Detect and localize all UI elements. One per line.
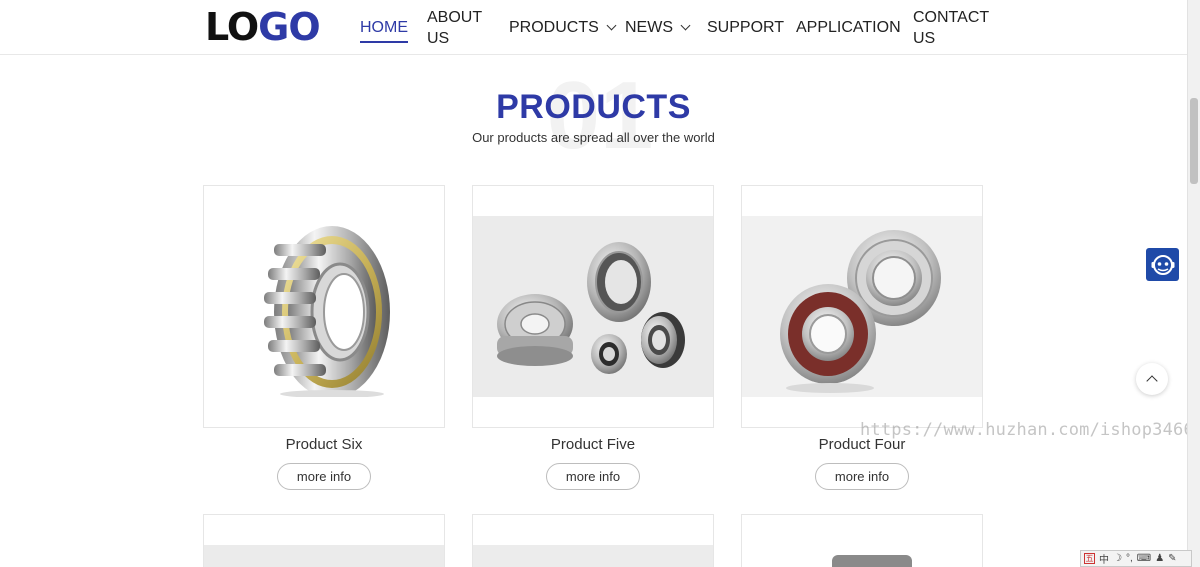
nav-support[interactable]: SUPPORT [707, 0, 784, 55]
nav-application[interactable]: APPLICATION [796, 0, 901, 55]
product-image [204, 545, 444, 567]
customer-service-chat-button[interactable] [1146, 248, 1179, 281]
product-image [473, 216, 713, 397]
site-logo[interactable]: LO GO [205, 5, 321, 49]
more-info-button[interactable]: more info [815, 463, 909, 490]
product-card[interactable] [472, 514, 714, 567]
product-image [742, 545, 982, 567]
nav-news[interactable]: NEWS [625, 0, 691, 55]
product-image [473, 545, 713, 567]
more-info-button[interactable]: more info [277, 463, 371, 490]
logo-text-dark: LO [205, 5, 259, 49]
section-title: PRODUCTS [496, 88, 691, 126]
nav-about-us[interactable]: ABOUT US [427, 0, 489, 55]
nav-home[interactable]: HOME [360, 0, 408, 55]
nav-contact-us[interactable]: CONTACT US [913, 0, 989, 55]
product-card[interactable] [741, 514, 983, 567]
product-image [204, 216, 444, 398]
product-card[interactable] [203, 185, 445, 428]
ime-language-toggle[interactable]: 中 [1099, 551, 1109, 566]
product-image [742, 216, 982, 397]
nav-products[interactable]: PRODUCTS [509, 0, 617, 55]
product-card[interactable] [472, 185, 714, 428]
ime-toolbar[interactable]: 五 中 ☽ °, ⌨ ♟ ✎ [1080, 550, 1192, 567]
ime-punctuation-icon[interactable]: °, [1126, 553, 1133, 564]
section-subtitle: Our products are spread all over the wor… [472, 130, 715, 145]
back-to-top-button[interactable] [1136, 363, 1168, 395]
site-header: LO GO HOME ABOUT US PRODUCTS NEWS SUPPORT… [0, 0, 1187, 55]
product-name[interactable]: Product Five [472, 436, 714, 453]
product-card[interactable] [203, 514, 445, 567]
chevron-down-icon [680, 20, 691, 31]
ime-moon-icon[interactable]: ☽ [1113, 553, 1122, 564]
scrollbar-thumb[interactable] [1190, 98, 1198, 184]
chevron-down-icon [606, 20, 617, 31]
logo-text-blue: GO [258, 5, 320, 49]
chevron-up-icon [1146, 375, 1158, 387]
product-name[interactable]: Product Six [203, 436, 445, 453]
ime-logo-icon[interactable]: 五 [1084, 553, 1095, 564]
more-info-button[interactable]: more info [546, 463, 640, 490]
ime-tools-icon[interactable]: ✎ [1168, 553, 1176, 564]
page-scrollbar[interactable] [1187, 0, 1200, 567]
ime-keyboard-icon[interactable]: ⌨ [1137, 553, 1151, 564]
ime-user-icon[interactable]: ♟ [1155, 553, 1164, 564]
chat-robot-icon [1151, 254, 1174, 275]
watermark-text: https://www.huzhan.com/ishop34665 [860, 420, 1200, 440]
product-card[interactable] [741, 185, 983, 428]
